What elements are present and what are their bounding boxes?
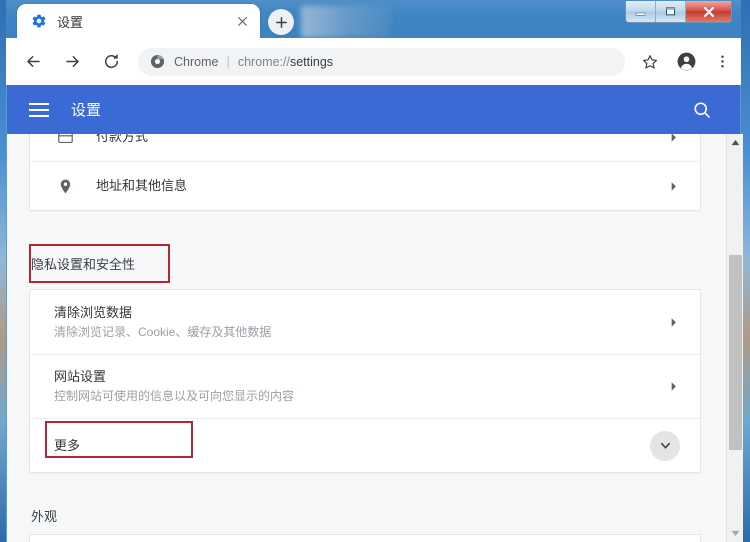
close-icon[interactable] <box>231 10 253 32</box>
section-title-privacy: 隐私设置和安全性 <box>31 257 136 272</box>
browser-window: 设置 Chrome | chrome://settings 设置 付款方式 地址… <box>0 0 750 542</box>
chevron-right-icon <box>666 317 680 328</box>
omnibox-url-prefix: chrome:// <box>237 54 290 69</box>
chevron-right-icon <box>666 381 680 392</box>
arrow-left-icon <box>26 55 40 68</box>
window-controls <box>625 1 732 23</box>
reload-button[interactable] <box>94 45 128 79</box>
new-tab-button[interactable] <box>268 9 294 35</box>
tab-strip: 设置 <box>6 0 741 38</box>
omnibox-separator: | <box>226 54 230 69</box>
omnibox-url: chrome://settings <box>238 55 333 69</box>
minimize-icon <box>635 12 646 16</box>
star-icon <box>642 54 658 69</box>
credit-card-icon <box>54 134 76 146</box>
card-autofill: 付款方式 地址和其他信息 <box>29 134 701 211</box>
browser-toolbar: Chrome | chrome://settings <box>6 38 741 85</box>
card-privacy-security: 清除浏览数据 清除浏览记录、Cookie、缓存及其他数据 网站设置 控制网站可使… <box>29 289 701 473</box>
chrome-menu-button[interactable] <box>705 45 739 79</box>
tab-title: 设置 <box>57 14 84 30</box>
omnibox-scheme-label: Chrome <box>174 54 219 69</box>
chrome-logo-icon <box>150 54 165 69</box>
browser-tab-settings[interactable]: 设置 <box>17 4 260 38</box>
omnibox-url-page: settings <box>289 54 334 69</box>
section-title-appearance: 外观 <box>31 509 58 524</box>
search-icon[interactable] <box>690 98 714 122</box>
row-title: 付款方式 <box>96 134 149 144</box>
hamburger-menu-icon[interactable] <box>29 99 51 121</box>
vertical-scrollbar[interactable] <box>726 134 743 542</box>
page-title: 设置 <box>71 102 102 119</box>
back-button[interactable] <box>16 45 50 79</box>
row-payment-methods[interactable]: 付款方式 <box>30 134 700 161</box>
row-subtitle: 清除浏览记录、Cookie、缓存及其他数据 <box>54 324 272 339</box>
row-text: 清除浏览数据 清除浏览记录、Cookie、缓存及其他数据 <box>54 304 666 341</box>
expand-more-button[interactable] <box>650 430 680 461</box>
plus-icon <box>275 16 287 28</box>
row-subtitle: 控制网站可使用的信息以及可向您显示的内容 <box>54 389 295 403</box>
row-text: 网站设置 控制网站可使用的信息以及可向您显示的内容 <box>54 368 666 405</box>
reload-icon <box>104 54 118 68</box>
close-icon <box>703 6 714 17</box>
row-text: 更多 <box>54 437 650 455</box>
row-addresses[interactable]: 地址和其他信息 <box>30 161 700 210</box>
avatar-icon <box>677 52 695 71</box>
forward-button[interactable] <box>55 45 89 79</box>
maximize-icon <box>665 7 676 16</box>
row-title: 更多 <box>54 437 81 453</box>
close-button[interactable] <box>686 1 731 22</box>
row-title: 清除浏览数据 <box>54 304 133 320</box>
bookmark-star-button[interactable] <box>633 45 667 79</box>
profile-avatar-button[interactable] <box>669 45 703 79</box>
gear-icon <box>31 13 47 29</box>
chevron-right-icon <box>666 181 680 192</box>
chevron-right-icon <box>666 134 680 143</box>
card-appearance <box>29 534 701 542</box>
scroll-up-arrow-icon[interactable] <box>727 134 743 151</box>
row-clear-browsing-data[interactable]: 清除浏览数据 清除浏览记录、Cookie、缓存及其他数据 <box>30 290 700 354</box>
row-title: 地址和其他信息 <box>96 178 188 193</box>
row-text: 付款方式 <box>96 134 666 146</box>
settings-header-bar: 设置 <box>7 85 740 134</box>
maximize-button[interactable] <box>656 1 686 22</box>
address-bar[interactable]: Chrome | chrome://settings <box>138 47 625 76</box>
row-title: 网站设置 <box>54 369 107 384</box>
location-pin-icon <box>54 178 76 195</box>
scrollbar-thumb[interactable] <box>729 255 742 450</box>
chevron-down-icon <box>660 442 670 449</box>
row-text: 地址和其他信息 <box>96 177 666 195</box>
three-dots-icon <box>720 55 724 68</box>
settings-content: 付款方式 地址和其他信息 隐私设置和安全性 清除浏览数据 清除浏览记录、Cook… <box>7 134 740 542</box>
arrow-right-icon <box>65 55 79 68</box>
row-more[interactable]: 更多 <box>30 418 700 472</box>
row-site-settings[interactable]: 网站设置 控制网站可使用的信息以及可向您显示的内容 <box>30 354 700 418</box>
minimize-button[interactable] <box>626 1 656 22</box>
scroll-down-arrow-icon[interactable] <box>727 525 743 542</box>
